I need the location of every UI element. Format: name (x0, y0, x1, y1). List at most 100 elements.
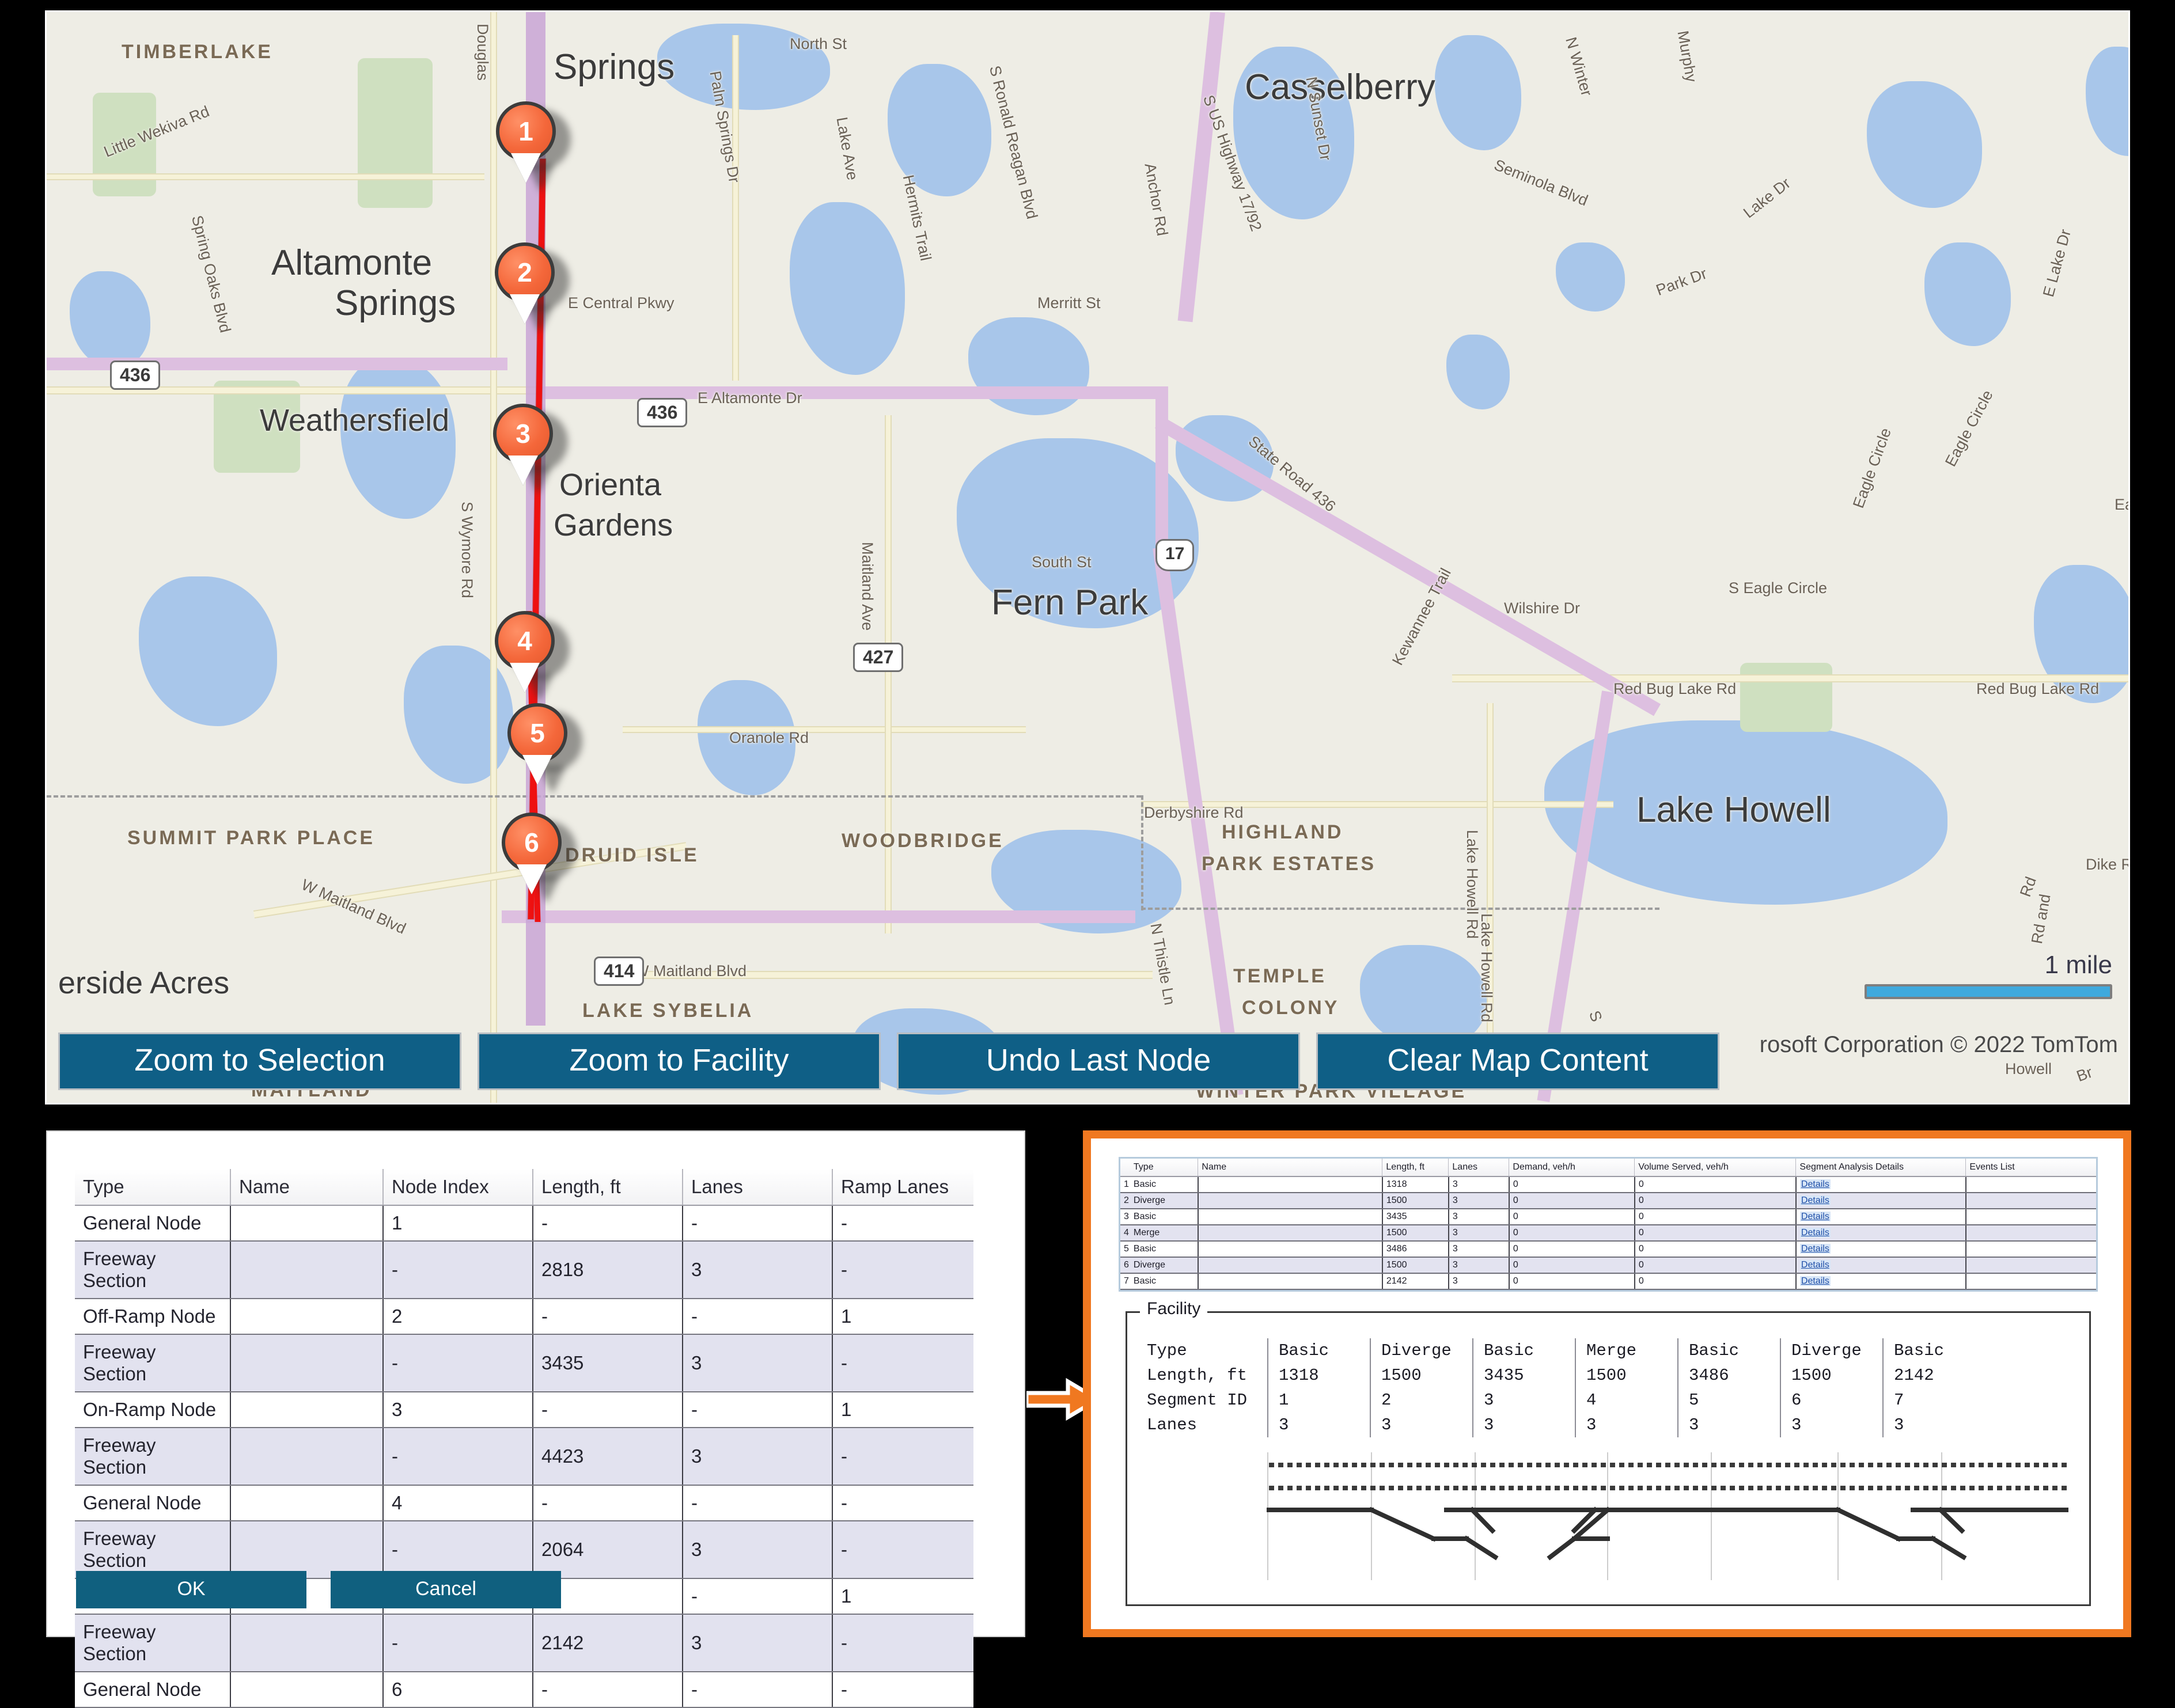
segment-cell-volume[interactable]: 0 (1634, 1176, 1797, 1193)
node-table-row[interactable]: Freeway Section -4423 3- (75, 1428, 973, 1486)
segment-details-link[interactable]: Details (1799, 1244, 1831, 1254)
node-table-row[interactable]: Freeway Section -2142 3- (75, 1614, 973, 1672)
segment-details-link[interactable]: Details (1799, 1195, 1831, 1205)
segment-cell-length[interactable]: 3486 (1382, 1241, 1449, 1258)
segment-cell-length[interactable]: 1500 (1382, 1257, 1449, 1274)
node-table-row[interactable]: Freeway Section -3435 3- (75, 1334, 973, 1392)
segment-table-row[interactable]: 1 Basic 1318 3 0 0 Details (1120, 1176, 2096, 1193)
segment-cell-demand[interactable]: 0 (1509, 1209, 1635, 1225)
node-cell-length[interactable]: - (533, 1392, 683, 1428)
segment-cell-type[interactable]: Merge (1130, 1225, 1199, 1242)
segment-table-row[interactable]: 3 Basic 3435 3 0 0 Details (1120, 1209, 2096, 1225)
node-cell-length[interactable]: - (533, 1485, 683, 1521)
node-cell-ramp-lanes[interactable]: - (832, 1205, 973, 1242)
node-cell-length[interactable]: 2818 (533, 1241, 683, 1299)
node-table-row[interactable]: Freeway Section -2064 3- (75, 1521, 973, 1579)
segment-cell-lanes[interactable]: 3 (1448, 1257, 1510, 1274)
node-cell-lanes[interactable]: - (683, 1299, 833, 1335)
node-cell-lanes[interactable]: - (683, 1392, 833, 1428)
segment-cell-name[interactable] (1198, 1176, 1383, 1193)
segment-details-link[interactable]: Details (1799, 1276, 1831, 1286)
node-cell-index[interactable]: - (383, 1428, 533, 1486)
col-demand[interactable]: Demand, veh/h (1509, 1159, 1635, 1177)
segment-cell-volume[interactable]: 0 (1634, 1241, 1797, 1258)
map-canvas[interactable]: Casselberry Altamonte Springs Weathersfield… (47, 12, 2128, 1103)
segment-cell-volume[interactable]: 0 (1634, 1257, 1797, 1274)
node-table-row[interactable]: On-Ramp Node 3- -1 (75, 1392, 973, 1428)
node-cell-length[interactable]: - (533, 1672, 683, 1708)
node-cell-name[interactable] (230, 1241, 384, 1299)
node-table-row[interactable]: Off-Ramp Node 2- -1 (75, 1299, 973, 1335)
col-events-list[interactable]: Events List (1965, 1159, 2096, 1177)
segment-cell-details[interactable]: Details (1795, 1241, 1966, 1258)
segment-cell-lanes[interactable]: 3 (1448, 1176, 1510, 1193)
segment-cell-details[interactable]: Details (1795, 1225, 1966, 1242)
node-cell-index[interactable]: 3 (383, 1392, 533, 1428)
node-cell-length[interactable]: - (533, 1205, 683, 1242)
segment-cell-type[interactable]: Basic (1130, 1241, 1199, 1258)
clear-map-content-button[interactable]: Clear Map Content (1316, 1033, 1719, 1090)
node-cell-type[interactable]: Off-Ramp Node (75, 1299, 231, 1335)
segment-cell-lanes[interactable]: 3 (1448, 1241, 1510, 1258)
node-cell-type[interactable]: Freeway Section (75, 1521, 231, 1579)
segment-cell-type[interactable]: Diverge (1130, 1257, 1199, 1274)
node-cell-name[interactable] (230, 1205, 384, 1242)
node-cell-lanes[interactable]: 3 (683, 1428, 833, 1486)
node-table-row[interactable]: General Node 4- - - (75, 1485, 973, 1521)
col-type[interactable]: Type (1130, 1159, 1199, 1177)
segment-cell-demand[interactable]: 0 (1509, 1241, 1635, 1258)
node-cell-ramp-lanes[interactable]: 1 (832, 1299, 973, 1335)
node-table-body[interactable]: General Node 1- - - Freeway Section -2818 3- Of… (75, 1205, 973, 1708)
node-cell-length[interactable]: 3435 (533, 1334, 683, 1392)
node-cell-ramp-lanes[interactable]: - (832, 1672, 973, 1708)
node-cell-ramp-lanes[interactable]: - (832, 1428, 973, 1486)
segment-cell-name[interactable] (1198, 1257, 1383, 1274)
segment-cell-volume[interactable]: 0 (1634, 1273, 1797, 1290)
node-cell-index[interactable]: - (383, 1614, 533, 1672)
node-cell-lanes[interactable]: - (683, 1205, 833, 1242)
node-cell-lanes[interactable]: 3 (683, 1334, 833, 1392)
node-cell-name[interactable] (230, 1392, 384, 1428)
node-cell-index[interactable]: 2 (383, 1299, 533, 1335)
node-cell-ramp-lanes[interactable]: - (832, 1521, 973, 1579)
node-editor-dialog[interactable]: Type Name Node Index Length, ft Lanes Ra… (46, 1130, 1025, 1708)
node-cell-name[interactable] (230, 1521, 384, 1579)
node-cell-name[interactable] (230, 1334, 384, 1392)
col-volume-served[interactable]: Volume Served, veh/h (1634, 1159, 1797, 1177)
segment-cell-name[interactable] (1198, 1193, 1383, 1209)
node-cell-type[interactable]: On-Ramp Node (75, 1392, 231, 1428)
node-cell-ramp-lanes[interactable]: - (832, 1614, 973, 1672)
node-cell-name[interactable] (230, 1614, 384, 1672)
segment-cell-demand[interactable]: 0 (1509, 1257, 1635, 1274)
node-cell-lanes[interactable]: - (683, 1578, 833, 1615)
map-node-pin-4[interactable]: 4 (495, 611, 555, 671)
node-cell-ramp-lanes[interactable]: - (832, 1485, 973, 1521)
segment-cell-demand[interactable]: 0 (1509, 1225, 1635, 1242)
map-node-pin-3[interactable]: 3 (493, 404, 553, 464)
segment-table-body[interactable]: 1 Basic 1318 3 0 0 Details 2 Diverge 1500 3 0 0 Detai… (1120, 1176, 2096, 1290)
node-cell-lanes[interactable]: - (683, 1485, 833, 1521)
node-cell-ramp-lanes[interactable]: 1 (832, 1578, 973, 1615)
node-cell-name[interactable] (230, 1428, 384, 1486)
map-node-pin-6[interactable]: 6 (502, 813, 562, 872)
node-cell-lanes[interactable]: 3 (683, 1241, 833, 1299)
segment-cell-demand[interactable]: 0 (1509, 1193, 1635, 1209)
node-cell-index[interactable]: 4 (383, 1485, 533, 1521)
segment-table-row[interactable]: 6 Diverge 1500 3 0 0 Details (1120, 1257, 2096, 1274)
map-node-pin-5[interactable]: 5 (507, 703, 567, 763)
segment-details-link[interactable]: Details (1799, 1228, 1831, 1238)
col-length[interactable]: Length, ft (533, 1169, 683, 1206)
node-cell-index[interactable]: - (383, 1521, 533, 1579)
node-table-row[interactable]: General Node 6- - - (75, 1672, 973, 1708)
node-cell-index[interactable]: 6 (383, 1672, 533, 1708)
col-length[interactable]: Length, ft (1382, 1159, 1449, 1177)
segment-cell-events[interactable] (1965, 1273, 2096, 1290)
segment-table-row[interactable]: 5 Basic 3486 3 0 0 Details (1120, 1241, 2096, 1258)
col-node-index[interactable]: Node Index (383, 1169, 533, 1206)
col-lanes[interactable]: Lanes (1448, 1159, 1510, 1177)
segment-cell-name[interactable] (1198, 1209, 1383, 1225)
segment-table-row[interactable]: 4 Merge 1500 3 0 0 Details (1120, 1225, 2096, 1242)
zoom-to-selection-button[interactable]: Zoom to Selection (58, 1033, 461, 1090)
node-cell-lanes[interactable]: 3 (683, 1521, 833, 1579)
node-cell-index[interactable]: 1 (383, 1205, 533, 1242)
